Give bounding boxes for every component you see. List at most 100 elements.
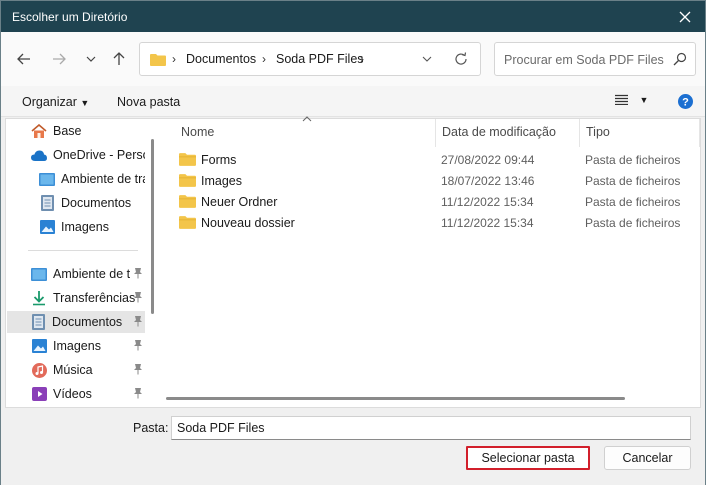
sidebar-scrollbar[interactable] bbox=[151, 139, 154, 314]
view-options-button[interactable]: ▼ bbox=[615, 94, 648, 108]
file-date: 11/12/2022 15:34 bbox=[441, 216, 534, 230]
home-icon bbox=[31, 123, 47, 139]
back-button[interactable] bbox=[14, 49, 34, 69]
pictures-icon bbox=[31, 338, 47, 354]
sidebar-item-documents-pinned[interactable]: Documentos bbox=[7, 311, 145, 333]
caret-down-icon: ▼ bbox=[80, 98, 90, 108]
file-date: 18/07/2022 13:46 bbox=[441, 174, 535, 188]
file-row[interactable]: Forms 27/08/2022 09:44 Pasta de ficheiro… bbox=[179, 149, 699, 170]
browser-panel: Base OneDrive - Perso Ambiente de tra Do… bbox=[5, 116, 701, 408]
arrow-up-icon bbox=[113, 52, 125, 65]
folder-picker-dialog: Escolher um Diretório › Documentos › Sod… bbox=[0, 0, 706, 485]
help-button[interactable]: ? bbox=[678, 94, 693, 112]
pictures-icon bbox=[39, 219, 55, 235]
folder-icon bbox=[179, 216, 196, 229]
pin-icon bbox=[133, 267, 143, 282]
file-date: 11/12/2022 15:34 bbox=[441, 195, 534, 209]
arrow-left-icon bbox=[17, 53, 30, 65]
column-header-type[interactable]: Tipo bbox=[586, 125, 610, 139]
command-bar: Organizar ▼ Nova pasta ▼ ? bbox=[1, 86, 705, 117]
sidebar-item-documents[interactable]: Documentos bbox=[7, 192, 145, 214]
breadcrumb-separator: › bbox=[262, 52, 266, 66]
chevron-down-icon[interactable] bbox=[422, 52, 432, 66]
recent-locations-button[interactable] bbox=[81, 49, 101, 69]
title-bar: Escolher um Diretório bbox=[1, 1, 705, 32]
new-folder-button[interactable]: Nova pasta bbox=[117, 95, 180, 109]
pin-icon bbox=[133, 291, 143, 306]
organize-button[interactable]: Organizar ▼ bbox=[22, 95, 89, 109]
file-list: Nome Data de modificação Tipo Forms 27/0… bbox=[163, 116, 700, 407]
column-divider bbox=[699, 119, 700, 147]
breadcrumb-item-documentos[interactable]: Documentos bbox=[186, 52, 256, 66]
forward-button[interactable] bbox=[49, 49, 69, 69]
window-title: Escolher um Diretório bbox=[12, 10, 128, 24]
sidebar-item-onedrive[interactable]: OneDrive - Perso bbox=[7, 144, 145, 166]
column-divider bbox=[435, 119, 436, 147]
sidebar-item-desktop[interactable]: Ambiente de tra bbox=[7, 168, 145, 190]
file-name: Forms bbox=[201, 153, 237, 167]
file-date: 27/08/2022 09:44 bbox=[441, 153, 535, 167]
cancel-button[interactable]: Cancelar bbox=[604, 446, 691, 470]
file-type: Pasta de ficheiros bbox=[585, 174, 681, 188]
address-bar[interactable]: › Documentos › Soda PDF Files › bbox=[139, 42, 481, 76]
pin-icon bbox=[133, 363, 143, 378]
file-row[interactable]: Nouveau dossier 11/12/2022 15:34 Pasta d… bbox=[179, 212, 699, 233]
sidebar-divider bbox=[28, 250, 138, 251]
caret-down-icon: ▼ bbox=[639, 95, 649, 105]
help-icon: ? bbox=[678, 94, 693, 109]
folder-icon bbox=[150, 54, 166, 66]
search-input[interactable]: Procurar em Soda PDF Files bbox=[494, 42, 696, 76]
svg-text:?: ? bbox=[682, 97, 689, 109]
sidebar-item-desktop-pinned[interactable]: Ambiente de t bbox=[7, 263, 145, 285]
folder-icon bbox=[179, 174, 196, 187]
file-name: Nouveau dossier bbox=[201, 216, 295, 230]
folder-icon bbox=[179, 153, 196, 166]
refresh-icon[interactable] bbox=[453, 51, 469, 67]
sidebar-item-music[interactable]: Música bbox=[7, 359, 145, 381]
navigation-bar: › Documentos › Soda PDF Files › Procurar… bbox=[1, 32, 705, 86]
column-header-date[interactable]: Data de modificação bbox=[442, 125, 556, 139]
documents-icon bbox=[30, 314, 46, 330]
file-type: Pasta de ficheiros bbox=[585, 153, 681, 167]
column-header-name[interactable]: Nome bbox=[181, 125, 214, 139]
sidebar-item-pictures-pinned[interactable]: Imagens bbox=[7, 335, 145, 357]
breadcrumb-item-soda-pdf-files[interactable]: Soda PDF Files bbox=[276, 52, 364, 66]
pin-icon bbox=[133, 387, 143, 402]
search-placeholder: Procurar em Soda PDF Files bbox=[504, 53, 664, 67]
sidebar-item-downloads[interactable]: Transferências bbox=[7, 287, 145, 309]
file-name: Neuer Ordner bbox=[201, 195, 278, 209]
sidebar-item-pictures[interactable]: Imagens bbox=[7, 216, 145, 238]
sidebar-item-videos[interactable]: Vídeos bbox=[7, 383, 145, 405]
cloud-icon bbox=[31, 147, 47, 163]
file-row[interactable]: Neuer Ordner 11/12/2022 15:34 Pasta de f… bbox=[179, 191, 699, 212]
download-icon bbox=[31, 290, 47, 306]
close-button[interactable] bbox=[665, 1, 705, 32]
search-icon bbox=[673, 52, 687, 66]
folder-name-input[interactable]: Soda PDF Files bbox=[171, 416, 691, 440]
sidebar-item-base[interactable]: Base bbox=[7, 120, 145, 142]
folder-icon bbox=[179, 195, 196, 208]
file-name: Images bbox=[201, 174, 242, 188]
file-row[interactable]: Images 18/07/2022 13:46 Pasta de ficheir… bbox=[179, 170, 699, 191]
chevron-down-icon bbox=[86, 56, 96, 62]
select-folder-button[interactable]: Selecionar pasta bbox=[466, 446, 590, 470]
desktop-icon bbox=[31, 266, 47, 282]
horizontal-scrollbar[interactable] bbox=[166, 397, 625, 400]
dialog-footer: Pasta: Soda PDF Files Selecionar pasta C… bbox=[1, 408, 705, 485]
pin-icon bbox=[133, 315, 143, 330]
close-icon bbox=[679, 11, 691, 22]
desktop-icon bbox=[39, 171, 55, 187]
pin-icon bbox=[133, 339, 143, 354]
breadcrumb-separator: › bbox=[360, 52, 364, 66]
file-type: Pasta de ficheiros bbox=[585, 216, 681, 230]
sort-ascending-icon bbox=[302, 116, 312, 122]
folder-name-value: Soda PDF Files bbox=[177, 421, 265, 435]
navigation-pane: Base OneDrive - Perso Ambiente de tra Do… bbox=[6, 119, 149, 407]
music-icon bbox=[31, 362, 47, 378]
folder-field-label: Pasta: bbox=[133, 421, 169, 435]
documents-icon bbox=[39, 195, 55, 211]
file-type: Pasta de ficheiros bbox=[585, 195, 681, 209]
up-button[interactable] bbox=[109, 49, 129, 69]
list-view-icon bbox=[615, 94, 628, 106]
arrow-right-icon bbox=[53, 53, 66, 65]
